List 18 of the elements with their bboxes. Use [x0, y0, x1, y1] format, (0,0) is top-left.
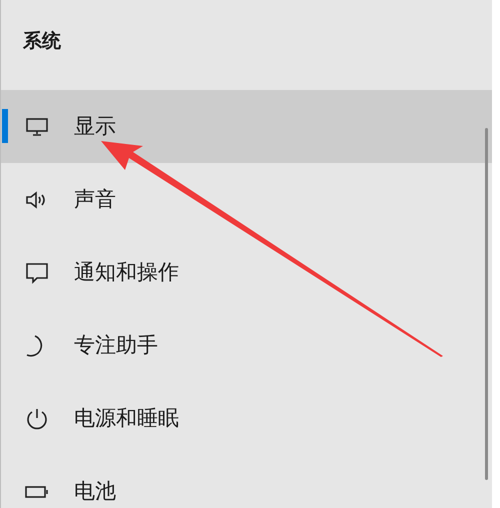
nav-item[interactable]: 声音	[1, 163, 492, 236]
section-heading: 系统	[23, 28, 61, 54]
nav-item[interactable]: 电源和睡眠	[1, 382, 492, 455]
nav-label: 专注助手	[74, 332, 158, 359]
nav-label: 电池	[74, 478, 116, 505]
nav-label: 通知和操作	[74, 258, 179, 286]
nav-item[interactable]: 通知和操作	[1, 236, 492, 309]
nav-label: 显示	[74, 112, 116, 140]
message-icon	[25, 262, 49, 284]
nav-item[interactable]: 电池	[1, 455, 492, 508]
power-icon	[25, 406, 49, 430]
selection-indicator	[2, 109, 8, 143]
nav-label: 声音	[74, 186, 116, 213]
nav-label: 电源和睡眠	[74, 404, 179, 432]
nav-item[interactable]: 显示	[1, 90, 492, 163]
nav-item[interactable]: 专注助手	[1, 309, 492, 382]
monitor-icon	[25, 116, 49, 136]
battery-icon	[25, 484, 49, 498]
